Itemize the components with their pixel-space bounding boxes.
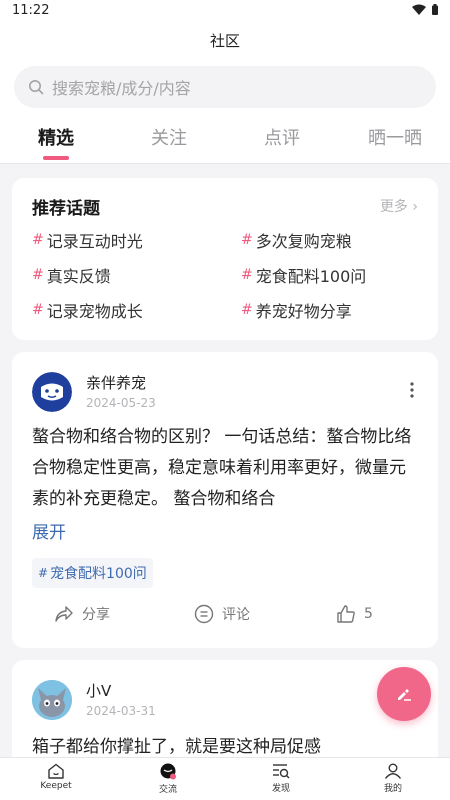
topics-title: 推荐话题: [32, 199, 100, 219]
avatar[interactable]: [32, 372, 72, 412]
post-tag[interactable]: # 宠食配料100问: [32, 558, 153, 588]
status-icons: [412, 4, 438, 15]
comment-button[interactable]: 评论: [194, 604, 250, 624]
chat-bubble-icon: [160, 763, 176, 780]
topic-label: 记录互动时光: [46, 232, 143, 251]
bottom-navigation: Keepet 交流 发现 我的: [0, 757, 450, 800]
chevron-right-icon: ›: [407, 199, 418, 215]
battery-icon: [432, 4, 438, 15]
topic-item[interactable]: # 养宠好物分享: [241, 298, 352, 322]
topic-item[interactable]: # 真实反馈: [32, 263, 111, 287]
post-tag-label: 宠食配料100问: [50, 566, 147, 582]
topic-item[interactable]: # 多次复购宠粮: [241, 228, 352, 252]
post-card[interactable]: 亲伴养宠 2024-05-23 螯合物和络合物的区别？ 一句话总结：螯合物比络合…: [12, 352, 438, 648]
author-name[interactable]: 小V: [86, 680, 111, 701]
like-button[interactable]: 5: [336, 604, 373, 624]
nav-label: Keepet: [40, 781, 72, 791]
more-options-icon[interactable]: [410, 382, 414, 398]
status-bar: 11:22: [0, 0, 450, 20]
user-icon: [384, 763, 402, 779]
hash-icon: #: [241, 302, 253, 318]
topic-item[interactable]: # 记录互动时光: [32, 228, 143, 252]
like-count: 5: [364, 606, 373, 622]
home-icon: [48, 763, 64, 779]
search-icon: [29, 80, 44, 95]
thumbs-up-icon: [337, 605, 355, 623]
comment-icon: [194, 604, 214, 624]
tab-following[interactable]: 关注: [151, 124, 187, 150]
post-date: 2024-03-31: [86, 704, 156, 718]
active-tab-indicator: [43, 156, 69, 160]
nav-label: 我的: [383, 784, 402, 794]
more-label: 更多: [379, 199, 408, 215]
nav-label: 交流: [158, 785, 177, 795]
topic-label: 养宠好物分享: [255, 302, 352, 321]
hash-icon: #: [241, 267, 253, 283]
share-label: 分享: [82, 607, 110, 623]
comment-label: 评论: [222, 607, 250, 623]
avatar-image: [32, 372, 72, 412]
wifi-icon: [412, 4, 426, 15]
topic-item[interactable]: # 记录宠物成长: [32, 298, 143, 322]
share-button[interactable]: 分享: [54, 604, 110, 624]
avatar[interactable]: [32, 680, 72, 720]
recommended-topics-card: 推荐话题 更多 › # 记录互动时光 # 多次复购宠粮 # 真实反馈 # 宠食配料100…: [12, 178, 438, 340]
share-icon: [55, 606, 73, 622]
post-date: 2024-05-23: [86, 396, 156, 410]
tab-show[interactable]: 晒一晒: [368, 124, 422, 150]
expand-link[interactable]: 展开: [32, 518, 66, 543]
hash-icon: #: [38, 566, 49, 580]
topic-label: 多次复购宠粮: [255, 232, 352, 251]
title-bar: 社区: [0, 20, 450, 62]
search-bar: 搜索宠粮/成分/内容: [0, 62, 450, 114]
tab-bar: 精选 关注 点评 晒一晒: [0, 114, 450, 164]
hash-icon: #: [32, 302, 44, 318]
search-input[interactable]: 搜索宠粮/成分/内容: [14, 66, 436, 108]
topic-label: 真实反馈: [46, 267, 111, 286]
hash-icon: #: [32, 232, 44, 248]
topic-label: 宠食配料100问: [255, 267, 367, 286]
nav-home[interactable]: Keepet: [26, 763, 86, 791]
discover-list-icon: [273, 764, 290, 779]
compose-post-button[interactable]: [377, 667, 431, 721]
avatar-image: [32, 680, 72, 720]
tab-reviews[interactable]: 点评: [264, 124, 300, 150]
author-name[interactable]: 亲伴养宠: [86, 372, 146, 393]
more-topics-link[interactable]: 更多 ›: [380, 196, 418, 216]
status-time: 11:22: [12, 3, 50, 18]
post-body[interactable]: 箱子都给你撑扯了，就是要这种局促感: [32, 732, 422, 757]
search-placeholder: 搜索宠粮/成分/内容: [52, 79, 191, 98]
nav-community[interactable]: 交流: [138, 763, 198, 795]
nav-discover[interactable]: 发现: [251, 763, 311, 794]
hash-icon: #: [32, 267, 44, 283]
topic-item[interactable]: # 宠食配料100问: [241, 263, 366, 287]
nav-profile[interactable]: 我的: [363, 763, 423, 794]
edit-icon: [398, 689, 411, 701]
tab-featured[interactable]: 精选: [38, 124, 74, 150]
page-title: 社区: [209, 32, 240, 50]
hash-icon: #: [241, 232, 253, 248]
post-body[interactable]: 螯合物和络合物的区别？ 一句话总结：螯合物比络合物稳定性更高，稳定意味着利用率更…: [32, 422, 422, 515]
nav-label: 发现: [271, 784, 290, 794]
topic-label: 记录宠物成长: [46, 302, 143, 321]
